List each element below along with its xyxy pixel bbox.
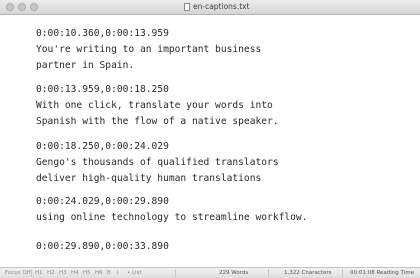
window-title: en-captions.txt — [193, 2, 250, 11]
format-h3-button[interactable]: H3 — [59, 270, 67, 276]
caption-timing: 0:00:13.959,0:00:18.250 — [36, 84, 169, 95]
caption-block: 0:00:18.250,0:00:24.029 Gengo's thousand… — [36, 139, 279, 187]
document-icon — [184, 3, 190, 11]
caption-timing: 0:00:24.029,0:00:29.890 — [36, 196, 169, 207]
format-h2-button[interactable]: H2 — [47, 270, 55, 276]
format-list-button[interactable]: • List — [127, 270, 142, 276]
format-h5-button[interactable]: H5 — [83, 270, 91, 276]
format-h6-button[interactable]: H6 — [95, 270, 103, 276]
caption-line: partner in Spain. — [36, 60, 135, 71]
caption-block: 0:00:13.959,0:00:18.250 With one click, … — [36, 82, 279, 130]
status-divider — [175, 269, 176, 277]
format-h4-button[interactable]: H4 — [71, 270, 79, 276]
status-divider — [268, 269, 269, 277]
caption-block: 0:00:24.029,0:00:29.890 using online tec… — [36, 194, 307, 226]
character-count: 1,322 Characters — [284, 270, 332, 276]
focus-toggle[interactable]: Focus Off — [5, 270, 31, 276]
caption-line: Gengo's thousands of qualified translato… — [36, 157, 279, 168]
reading-time: 00:01:08 Reading Time — [350, 270, 414, 276]
caption-line: using online technology to streamline wo… — [36, 212, 308, 223]
status-divider — [342, 269, 343, 277]
minimize-button[interactable] — [18, 3, 26, 11]
caption-line: With one click, translate your words int… — [36, 100, 273, 111]
format-bold-button[interactable]: B — [107, 270, 111, 276]
caption-block: 0:00:10.360,0:00:13.959 You're writing t… — [36, 26, 261, 74]
caption-line: You're writing to an important business — [36, 44, 262, 55]
caption-line: Spanish with the flow of a native speake… — [36, 116, 279, 127]
caption-block: 0:00:29.890,0:00:33.890 — [36, 239, 169, 255]
close-button[interactable] — [6, 3, 14, 11]
text-editor[interactable]: 0:00:10.360,0:00:13.959 You're writing t… — [0, 15, 420, 267]
status-divider — [31, 269, 32, 277]
caption-timing: 0:00:10.360,0:00:13.959 — [36, 28, 169, 39]
format-italic-button[interactable]: I — [117, 270, 119, 276]
format-h1-button[interactable]: H1 — [35, 270, 43, 276]
title-bar: en-captions.txt — [0, 0, 420, 15]
caption-timing: 0:00:29.890,0:00:33.890 — [36, 241, 169, 252]
caption-line: deliver high-quality human translations — [36, 173, 262, 184]
word-count: 229 Words — [219, 270, 249, 276]
zoom-button[interactable] — [30, 3, 38, 11]
status-bar: Focus Off H1 H2 H3 H4 H5 H6 B I • List 2… — [0, 267, 420, 278]
editor-window: en-captions.txt 0:00:10.360,0:00:13.959 … — [0, 0, 420, 278]
caption-timing: 0:00:18.250,0:00:24.029 — [36, 141, 169, 152]
